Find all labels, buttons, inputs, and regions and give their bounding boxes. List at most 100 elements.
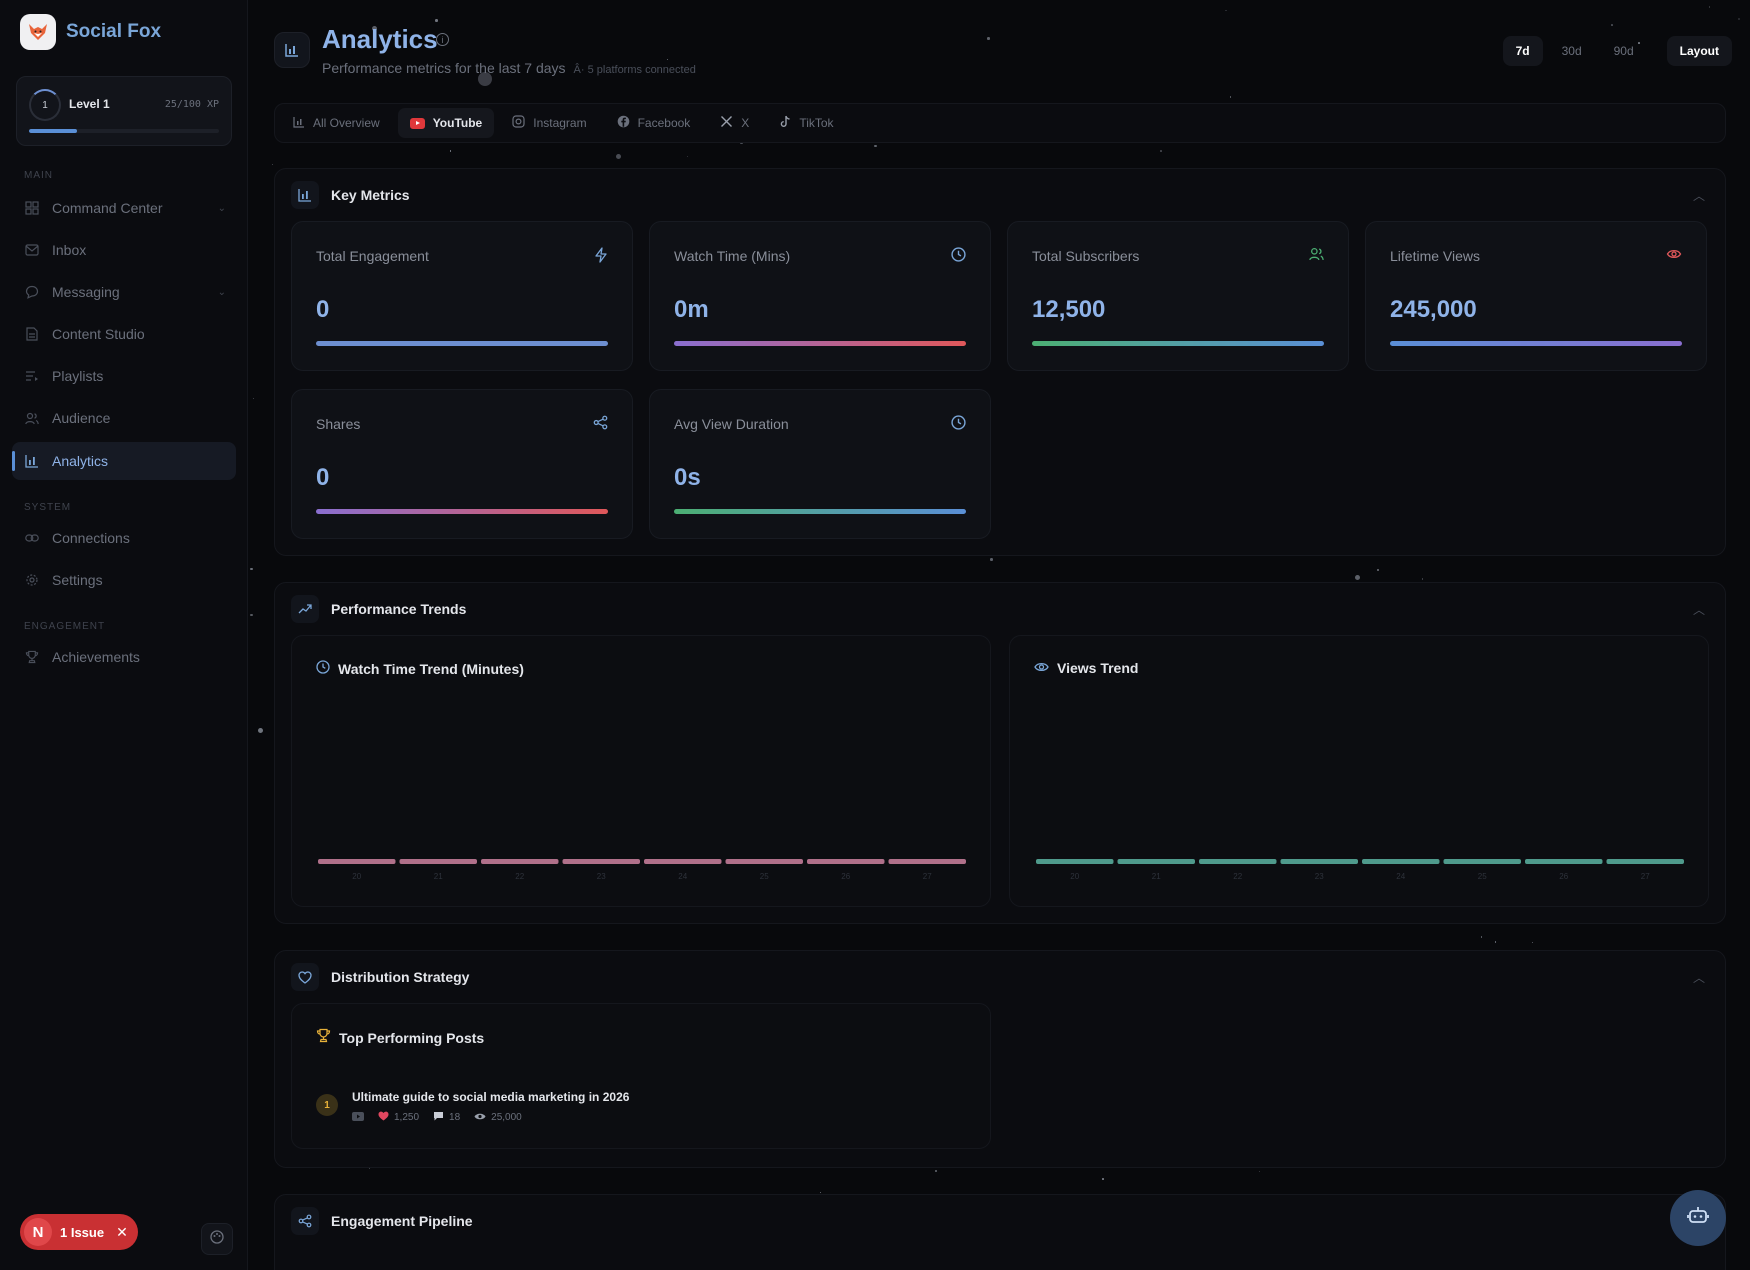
tab-x[interactable]: X bbox=[708, 108, 761, 138]
engagement-pipeline-header[interactable]: Engagement Pipeline bbox=[291, 1207, 473, 1235]
chart-bar[interactable] bbox=[725, 859, 804, 864]
chevron-down-icon[interactable]: ⌄ bbox=[218, 287, 226, 298]
level-name: Level 1 bbox=[69, 97, 110, 111]
chart-bar[interactable] bbox=[1525, 859, 1603, 864]
section-title: Key Metrics bbox=[331, 187, 410, 203]
sidebar-item-label: Playlists bbox=[52, 368, 104, 384]
sidebar-item-inbox[interactable]: Inbox bbox=[12, 231, 236, 269]
sidebar-item-label: Command Center bbox=[52, 200, 163, 216]
bolt-icon bbox=[594, 247, 608, 267]
tab-facebook[interactable]: Facebook bbox=[605, 108, 703, 138]
x-tick-label: 24 bbox=[1396, 872, 1405, 881]
metric-card-shares[interactable]: Shares 0 bbox=[291, 389, 633, 539]
nav-section-system: SYSTEM bbox=[24, 502, 72, 513]
chart-bar[interactable] bbox=[1036, 859, 1114, 864]
metric-card-total-engagement[interactable]: Total Engagement 0 bbox=[291, 221, 633, 371]
tab-instagram[interactable]: Instagram bbox=[500, 108, 598, 138]
chart-bar[interactable] bbox=[644, 859, 722, 864]
tab-youtube[interactable]: YouTube bbox=[397, 108, 495, 138]
x-tick-label: 20 bbox=[352, 872, 361, 881]
tab-all-overview[interactable]: All Overview bbox=[281, 108, 392, 138]
post-likes: 1,250 bbox=[378, 1111, 419, 1124]
post-title[interactable]: Ultimate guide to social media marketing… bbox=[352, 1090, 629, 1104]
chart-bar[interactable] bbox=[807, 859, 885, 864]
range-90d-button[interactable]: 90d bbox=[1601, 36, 1647, 66]
sidebar-item-content-studio[interactable]: Content Studio bbox=[12, 315, 236, 353]
range-selector: 7d 30d 90d Layout bbox=[1502, 36, 1732, 66]
top-posts-title: Top Performing Posts bbox=[316, 1028, 484, 1047]
tiktok-icon bbox=[779, 115, 791, 131]
sidebar-item-command-center[interactable]: Command Center ⌄ bbox=[12, 189, 236, 227]
issue-pill[interactable]: N 1 Issue ✕ bbox=[20, 1214, 138, 1250]
watch-time-chart: 20 21 22 23 24 25 26 27 bbox=[318, 859, 967, 881]
key-metrics-header[interactable]: Key Metrics bbox=[291, 181, 410, 209]
range-7d-button[interactable]: 7d bbox=[1502, 36, 1543, 66]
layout-button[interactable]: Layout bbox=[1666, 36, 1732, 66]
chart-bar[interactable] bbox=[481, 859, 559, 864]
chart-bar[interactable] bbox=[562, 859, 641, 864]
chart-bar[interactable] bbox=[1280, 859, 1359, 864]
chart-bar[interactable] bbox=[888, 859, 967, 864]
chevron-up-icon[interactable]: ︿ bbox=[1693, 969, 1705, 986]
sidebar-item-analytics[interactable]: Analytics bbox=[12, 442, 236, 480]
x-tick-label: 27 bbox=[923, 872, 932, 881]
chart-bar[interactable] bbox=[318, 859, 396, 864]
metric-card-watch-time-mins[interactable]: Watch Time (Mins) 0m bbox=[649, 221, 991, 371]
grid-icon bbox=[24, 200, 40, 216]
section-title: Distribution Strategy bbox=[331, 969, 470, 985]
chevron-up-icon[interactable]: ︿ bbox=[1693, 601, 1705, 618]
x-tick-label: 25 bbox=[760, 872, 769, 881]
level-card[interactable]: 1 Level 1 25/100 XP bbox=[16, 76, 232, 146]
document-icon bbox=[24, 326, 40, 342]
palette-button[interactable] bbox=[201, 1223, 233, 1255]
distribution-strategy-header[interactable]: Distribution Strategy bbox=[291, 963, 469, 991]
x-tick-label: 21 bbox=[1152, 872, 1161, 881]
range-30d-button[interactable]: 30d bbox=[1549, 36, 1595, 66]
x-tick-label: 22 bbox=[515, 872, 524, 881]
chart-bar[interactable] bbox=[1362, 859, 1440, 864]
bar-chart-icon bbox=[274, 32, 310, 68]
brand-name: Social Fox bbox=[66, 21, 162, 42]
metric-card-avg-view-duration[interactable]: Avg View Duration 0s bbox=[649, 389, 991, 539]
sidebar-item-label: Audience bbox=[52, 410, 111, 426]
chart-bar[interactable] bbox=[1117, 859, 1196, 864]
chevron-down-icon[interactable]: ⌄ bbox=[218, 203, 226, 214]
key-metrics-section: Key Metrics ︿ Total Engagement 0 Watch Tim… bbox=[274, 168, 1726, 556]
section-title: Engagement Pipeline bbox=[331, 1213, 473, 1229]
brand[interactable]: Social Fox bbox=[20, 14, 161, 50]
assistant-bot-button[interactable] bbox=[1670, 1190, 1726, 1246]
sidebar-item-achievements[interactable]: Achievements bbox=[12, 638, 236, 676]
sidebar-item-playlists[interactable]: Playlists bbox=[12, 357, 236, 395]
mail-icon bbox=[24, 242, 40, 258]
close-icon[interactable]: ✕ bbox=[116, 1224, 128, 1241]
metric-value: 12,500 bbox=[1032, 296, 1106, 323]
chart-bar[interactable] bbox=[1199, 859, 1277, 864]
chart-bar[interactable] bbox=[1606, 859, 1685, 864]
chart-bar[interactable] bbox=[1443, 859, 1522, 864]
post-comments: 18 bbox=[433, 1111, 460, 1124]
info-icon[interactable]: i bbox=[436, 33, 449, 46]
users-icon bbox=[24, 410, 40, 426]
sidebar-item-settings[interactable]: Settings bbox=[12, 561, 236, 599]
chart-bar[interactable] bbox=[399, 859, 478, 864]
x-tick-label: 26 bbox=[841, 872, 850, 881]
sidebar-item-audience[interactable]: Audience bbox=[12, 399, 236, 437]
post-stats: 1,250 18 25,000 bbox=[352, 1111, 522, 1124]
sidebar-item-messaging[interactable]: Messaging ⌄ bbox=[12, 273, 236, 311]
sidebar-item-connections[interactable]: Connections bbox=[12, 519, 236, 557]
chevron-up-icon[interactable]: ︿ bbox=[1693, 187, 1705, 204]
page-subtitle: Performance metrics for the last 7 days Â… bbox=[322, 60, 696, 76]
performance-trends-header[interactable]: Performance Trends bbox=[291, 595, 466, 623]
level-progress-bar bbox=[29, 129, 219, 133]
metric-card-lifetime-views[interactable]: Lifetime Views 245,000 bbox=[1365, 221, 1707, 371]
sidebar-item-label: Analytics bbox=[52, 453, 109, 469]
x-tick-label: 21 bbox=[434, 872, 443, 881]
metric-card-total-subscribers[interactable]: Total Subscribers 12,500 bbox=[1007, 221, 1349, 371]
engagement-pipeline-section: Engagement Pipeline bbox=[274, 1194, 1726, 1270]
clock-icon bbox=[951, 247, 966, 266]
post-likes-value: 1,250 bbox=[394, 1112, 420, 1123]
post-views-value: 25,000 bbox=[491, 1112, 522, 1123]
metric-label: Total Engagement bbox=[316, 248, 429, 264]
tab-tiktok[interactable]: TikTok bbox=[767, 108, 845, 138]
tab-label: TikTok bbox=[799, 116, 834, 130]
